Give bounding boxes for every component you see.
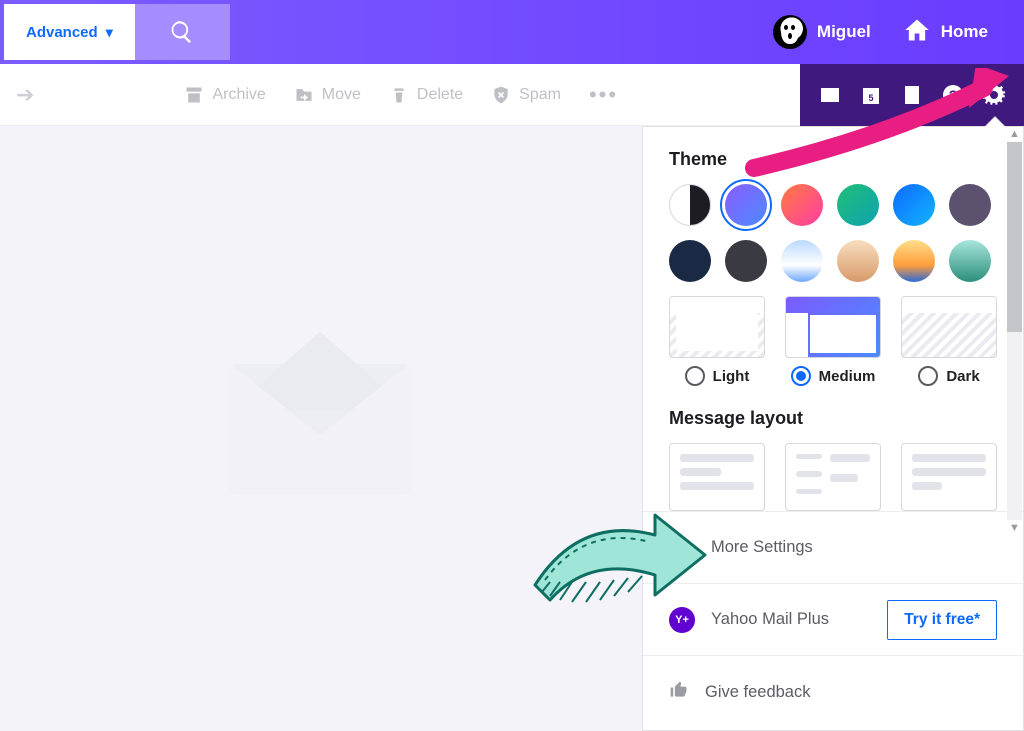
density-preview-light[interactable]: [669, 296, 765, 358]
search-icon: [169, 19, 195, 45]
settings-footer: More Settings Y+ Yahoo Mail Plus Try it …: [643, 511, 1023, 728]
avatar: [773, 15, 807, 49]
density-preview-medium[interactable]: [785, 296, 881, 358]
theme-swatch-purple[interactable]: [725, 184, 767, 226]
quick-settings-panel: Theme: [642, 126, 1024, 731]
theme-swatch-navy[interactable]: [669, 240, 711, 282]
more-actions-button[interactable]: •••: [589, 82, 618, 108]
density-light-label: Light: [713, 368, 750, 385]
density-preview-dark[interactable]: [901, 296, 997, 358]
radio-icon: [791, 366, 811, 386]
notes-button[interactable]: [898, 81, 926, 109]
panel-scrollbar[interactable]: ▲ ▼: [1007, 126, 1022, 536]
forward-icon[interactable]: ➔: [16, 82, 34, 108]
density-option-light[interactable]: Light: [669, 366, 765, 386]
user-area: Miguel Home: [773, 15, 1004, 49]
theme-swatch-orange[interactable]: [781, 184, 823, 226]
try-it-free-button[interactable]: Try it free*: [887, 600, 997, 640]
theme-swatch-scene-beach[interactable]: [893, 240, 935, 282]
move-button[interactable]: Move: [294, 85, 361, 105]
feedback-label: Give feedback: [705, 683, 810, 702]
shield-x-icon: [491, 85, 511, 105]
message-viewer-empty: [0, 126, 640, 731]
popover-arrow: [985, 117, 1005, 127]
gear-icon: [982, 83, 1006, 107]
archive-label: Archive: [212, 86, 265, 104]
give-feedback-link[interactable]: Give feedback: [643, 656, 1023, 728]
density-dark-label: Dark: [946, 368, 979, 385]
theme-swatch-green[interactable]: [837, 184, 879, 226]
radio-icon: [685, 366, 705, 386]
message-layout-heading: Message layout: [669, 408, 997, 429]
home-link[interactable]: Home: [903, 16, 1004, 49]
app-header: Advanced ▾ Miguel Home: [0, 0, 1024, 64]
advanced-label: Advanced: [26, 24, 98, 41]
calendar-icon: 5: [859, 83, 883, 107]
yahoo-plus-icon: Y+: [669, 607, 695, 633]
theme-swatch-scene-forest[interactable]: [949, 240, 991, 282]
theme-swatch-scene-desert[interactable]: [837, 240, 879, 282]
trash-icon: [389, 85, 409, 105]
delete-label: Delete: [417, 86, 463, 104]
radio-icon: [918, 366, 938, 386]
delete-button[interactable]: Delete: [389, 85, 463, 105]
settings-button[interactable]: [980, 81, 1008, 109]
advanced-search-toggle[interactable]: Advanced ▾: [4, 4, 135, 60]
scroll-up-icon[interactable]: ▲: [1007, 126, 1022, 142]
theme-swatch-classic[interactable]: [669, 184, 711, 226]
more-settings-label: More Settings: [711, 538, 813, 557]
search-button[interactable]: [135, 4, 230, 60]
theme-swatch-charcoal[interactable]: [725, 240, 767, 282]
id-card-icon: [818, 83, 842, 107]
chevron-down-icon: ▾: [106, 24, 113, 41]
move-icon: [294, 85, 314, 105]
move-label: Move: [322, 86, 361, 104]
archive-button[interactable]: Archive: [184, 85, 265, 105]
svg-text:5: 5: [869, 93, 874, 103]
user-name: Miguel: [817, 22, 871, 42]
theme-swatch-blue[interactable]: [893, 184, 935, 226]
ellipsis-icon: •••: [589, 82, 618, 108]
help-icon: ?: [941, 83, 965, 107]
contacts-button[interactable]: [816, 81, 844, 109]
home-icon: [903, 16, 931, 49]
more-settings-link[interactable]: More Settings: [643, 512, 1023, 584]
spam-button[interactable]: Spam: [491, 85, 561, 105]
mail-plus-label: Yahoo Mail Plus: [711, 610, 829, 629]
theme-heading: Theme: [669, 149, 997, 170]
envelope-icon: [230, 364, 410, 494]
density-option-dark[interactable]: Dark: [901, 366, 997, 386]
thumbs-up-icon: [669, 680, 689, 705]
layout-option-wide[interactable]: [901, 443, 997, 511]
theme-swatch-plum[interactable]: [949, 184, 991, 226]
profile-menu[interactable]: Miguel: [773, 15, 871, 49]
theme-swatch-scene-clouds[interactable]: [781, 240, 823, 282]
density-medium-label: Medium: [819, 368, 876, 385]
svg-text:?: ?: [949, 87, 958, 103]
note-icon: [900, 83, 924, 107]
calendar-button[interactable]: 5: [857, 81, 885, 109]
mail-plus-row: Y+ Yahoo Mail Plus Try it free*: [643, 584, 1023, 656]
home-label: Home: [941, 22, 988, 42]
layout-option-split[interactable]: [785, 443, 881, 511]
help-button[interactable]: ?: [939, 81, 967, 109]
density-option-medium[interactable]: Medium: [785, 366, 881, 386]
search-area: Advanced ▾: [4, 4, 230, 60]
scroll-down-icon[interactable]: ▼: [1007, 520, 1022, 536]
archive-icon: [184, 85, 204, 105]
spam-label: Spam: [519, 86, 561, 104]
layout-option-list[interactable]: [669, 443, 765, 511]
